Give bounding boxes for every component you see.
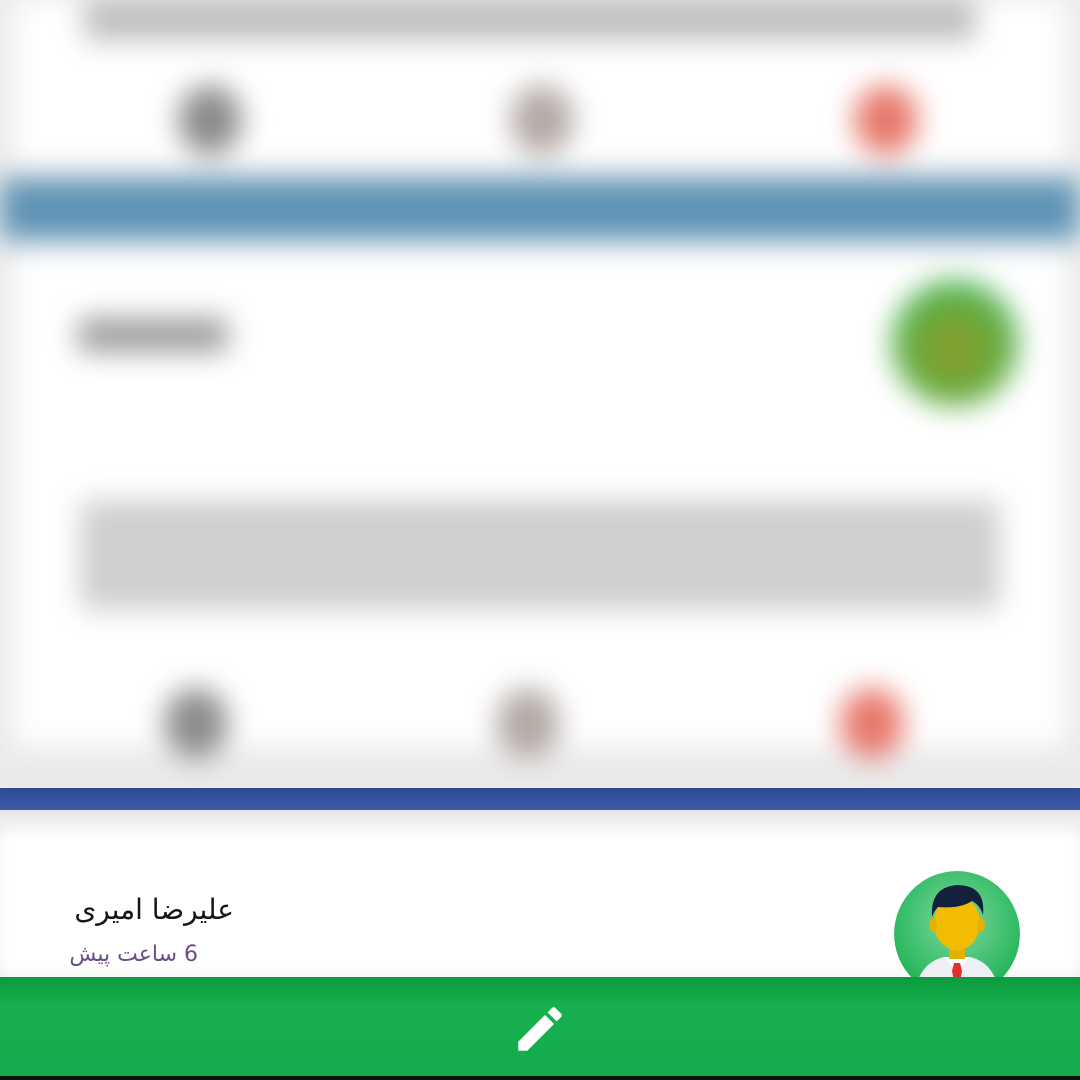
blurred-feed-background — [0, 0, 1080, 790]
blurred-divider — [0, 178, 1080, 240]
post-timestamp: 6 ساعت پیش — [69, 942, 198, 967]
blurred-body-text — [80, 500, 1000, 610]
pencil-icon — [518, 1007, 562, 1051]
screen-bottom-edge — [0, 1076, 1080, 1080]
compose-button[interactable] — [490, 985, 590, 1073]
blurred-like-icon — [840, 688, 904, 758]
blurred-like-icon — [854, 85, 918, 155]
author-name[interactable]: علیرضا امیری — [74, 893, 234, 926]
blurred-action-icon — [178, 85, 242, 155]
blurred-action-icon — [496, 688, 560, 758]
section-divider-band — [0, 788, 1080, 810]
feed-card-blurred — [14, 0, 1066, 170]
blurred-avatar — [892, 280, 1018, 406]
blurred-action-icon — [164, 688, 228, 758]
blurred-text — [84, 0, 976, 40]
blurred-action-icon — [510, 85, 574, 155]
blurred-author — [78, 318, 228, 352]
